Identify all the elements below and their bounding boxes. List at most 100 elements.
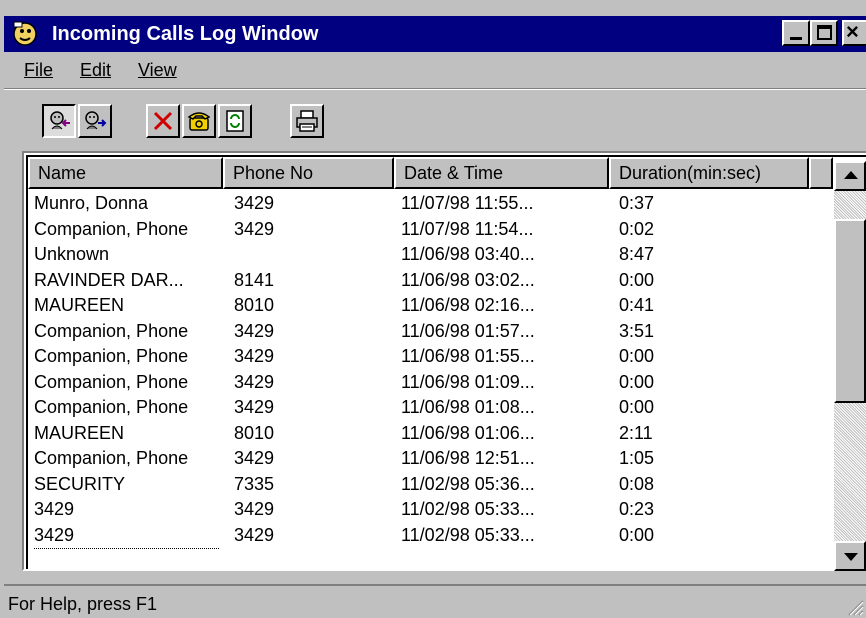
cell-phone: 3429 [234,499,275,519]
cell-duration: 0:37 [619,193,655,213]
cell-duration: 0:00 [619,269,655,290]
column-header-phone[interactable]: Phone No [223,157,394,189]
window-title: Incoming Calls Log Window [52,23,319,45]
app-icon[interactable] [12,20,40,48]
column-header-name[interactable]: Name [28,157,223,189]
cell-duration: 0:00 [619,371,655,392]
table-row[interactable]: Companion, Phone 3429 11/06/98 01:57... 3:5… [28,319,833,345]
outgoing-calls-icon [85,111,107,130]
cell-duration: 0:08 [619,473,655,494]
resize-grip-icon[interactable] [846,598,864,616]
cell-name: RAVINDER DAR... [34,269,184,290]
cell-duration: 0:02 [619,218,655,239]
vertical-scrollbar[interactable] [834,161,866,571]
menu-view-label: View [138,60,177,80]
list-header: Name Phone No Date & Time Duration(min:s… [28,157,833,189]
cell-duration: 0:23 [619,499,655,519]
cell-datetime: 11/07/98 11:54... [401,218,534,239]
table-row[interactable]: MAUREEN 8010 11/06/98 02:16... 0:41 [28,293,833,319]
cell-name: Companion, Phone [34,346,189,366]
maximize-button[interactable] [810,20,838,46]
cell-datetime: 11/06/98 03:40... [401,244,535,264]
status-bar: For Help, press F1 [4,584,866,618]
menu-view[interactable]: View [138,59,177,81]
column-header-datetime[interactable]: Date & Time [394,157,609,189]
table-row[interactable]: Companion, Phone 3429 11/06/98 12:51... 1:0… [28,446,833,472]
cell-phone: 3429 [234,193,275,213]
cell-datetime: 11/02/98 05:36... [401,473,535,494]
title-bar[interactable]: Incoming Calls Log Window × [4,16,866,52]
cell-name: 3429 [34,499,75,519]
table-row[interactable]: 3429 3429 11/02/98 05:33... 0:00 [28,523,833,549]
status-text: For Help, press F1 [8,594,158,614]
cell-duration: 8:47 [619,244,655,264]
arrow-down-icon [844,553,858,561]
minimize-icon [790,37,802,40]
cell-duration: 0:00 [619,524,655,545]
table-row[interactable]: MAUREEN 8010 11/06/98 01:06... 2:11 [28,421,833,447]
scroll-thumb[interactable] [834,219,866,403]
menu-edit-label: Edit [80,60,112,80]
menu-edit[interactable]: Edit [80,59,111,81]
cell-datetime: 11/06/98 02:16... [401,295,535,315]
menu-file[interactable]: File [24,59,53,81]
cell-phone: 7335 [234,473,275,494]
cell-phone: 3429 [234,524,275,545]
cell-datetime: 11/02/98 05:33... [401,499,535,519]
cell-name: Companion, Phone [34,448,189,468]
refresh-button[interactable] [218,104,252,138]
minimize-button[interactable] [782,20,810,46]
cell-name: Unknown [34,244,110,264]
refresh-icon [226,110,244,132]
table-row[interactable]: Companion, Phone 3429 11/06/98 01:09... 0:0… [28,370,833,396]
cell-name: Companion, Phone [34,397,189,417]
cell-datetime: 11/06/98 01:09... [401,371,535,392]
cell-name: MAUREEN [34,422,125,443]
incoming-calls-icon [50,111,70,130]
table-row[interactable]: Companion, Phone 3429 11/06/98 01:08... 0:0… [28,395,833,421]
scroll-up-button[interactable] [834,161,866,191]
cell-datetime: 11/06/98 03:02... [401,269,535,290]
cell-phone: 3429 [234,218,275,239]
cell-phone: 3429 [234,448,275,468]
cell-datetime: 11/06/98 01:55... [401,346,535,366]
cell-duration: 2:11 [619,422,653,443]
cell-datetime: 11/07/98 11:55... [401,193,534,213]
call-button[interactable] [182,104,216,138]
maximize-icon [817,25,832,40]
incoming-calls-button[interactable] [42,104,76,138]
cell-name: SECURITY [34,473,126,494]
cell-datetime: 11/06/98 01:08... [401,397,535,417]
cell-datetime: 11/06/98 12:51... [401,448,535,468]
column-header-filler [809,157,833,189]
calls-list[interactable]: Name Phone No Date & Time Duration(min:s… [22,151,866,571]
menu-file-label: File [24,60,54,80]
cell-phone: 3429 [234,371,275,392]
arrow-up-icon [844,171,858,179]
close-button[interactable]: × [842,20,866,46]
table-row[interactable]: RAVINDER DAR... 8141 11/06/98 03:02... 0:00 [28,268,833,294]
phone-icon [187,112,211,131]
cell-duration: 0:00 [619,346,655,366]
table-row[interactable]: 3429 3429 11/02/98 05:33... 0:23 [28,497,833,523]
cell-phone: 8010 [234,422,275,443]
delete-button[interactable] [146,104,180,138]
list-rows: Munro, Donna 3429 11/07/98 11:55... 0:37 Com… [28,191,833,549]
table-row[interactable]: Unknown 11/06/98 03:40... 8:47 [28,242,833,268]
table-row[interactable]: SECURITY 7335 11/02/98 05:36... 0:08 [28,472,833,498]
cell-phone: 3429 [234,320,275,341]
column-header-duration[interactable]: Duration(min:sec) [609,157,809,189]
outgoing-calls-button[interactable] [78,104,112,138]
table-row[interactable]: Companion, Phone 3429 11/07/98 11:54... 0:0… [28,217,833,243]
cell-datetime: 11/06/98 01:57... [401,320,535,341]
cell-duration: 0:00 [619,397,655,417]
cell-name: Companion, Phone [34,218,189,239]
table-row[interactable]: Companion, Phone 3429 11/06/98 01:55... 0:0… [28,344,833,370]
print-button[interactable] [290,104,324,138]
cell-name: Companion, Phone [34,320,189,341]
app-window: Incoming Calls Log Window × File Edit Vi… [0,0,866,618]
calls-list-body: Name Phone No Date & Time Duration(min:s… [26,155,866,569]
table-row[interactable]: Munro, Donna 3429 11/07/98 11:55... 0:37 [28,191,833,217]
cell-duration: 1:05 [619,448,655,468]
scroll-down-button[interactable] [834,541,866,571]
